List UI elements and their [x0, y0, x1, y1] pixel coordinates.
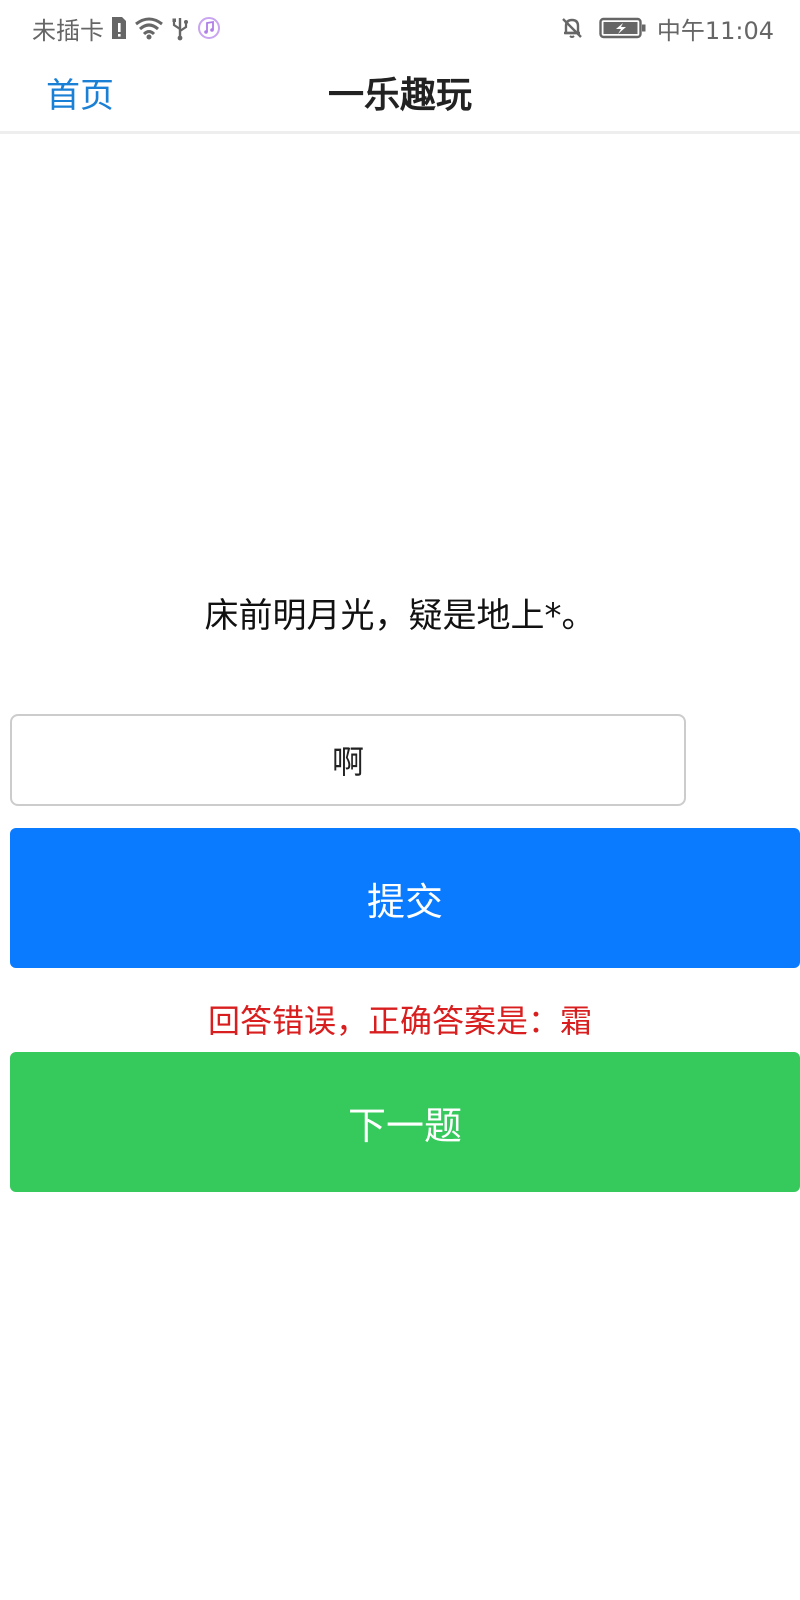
status-bar: 未插卡 中午11:04 — [0, 0, 800, 56]
notifications-off-icon — [559, 15, 585, 41]
status-right: 中午11:04 — [559, 11, 774, 46]
battery-charging-icon — [599, 16, 647, 40]
app-screen: 未插卡 中午11:04 首页 一乐趣玩 床前明月光，疑是地上*。 啊 提交 回答… — [0, 0, 800, 1600]
next-question-button[interactable]: 下一题 — [10, 1052, 800, 1192]
navigation-bar: 首页 一乐趣玩 — [0, 56, 800, 134]
carrier-label: 未插卡 — [32, 16, 104, 45]
status-time: 中午11:04 — [656, 16, 774, 45]
feedback-message: 回答错误，正确答案是：霜 — [207, 1002, 592, 1040]
sim-alert-icon — [110, 15, 128, 41]
submit-button[interactable]: 提交 — [10, 828, 800, 968]
next-question-label: 下一题 — [347, 1103, 462, 1148]
music-app-icon — [196, 15, 222, 41]
answer-input[interactable] — [10, 714, 686, 806]
status-left: 未插卡 — [32, 11, 222, 46]
page-title: 一乐趣玩 — [327, 75, 472, 116]
usb-icon — [170, 15, 190, 41]
question-text: 床前明月光，疑是地上*。 — [204, 596, 596, 636]
wifi-icon — [134, 16, 164, 40]
submit-button-label: 提交 — [366, 879, 443, 924]
